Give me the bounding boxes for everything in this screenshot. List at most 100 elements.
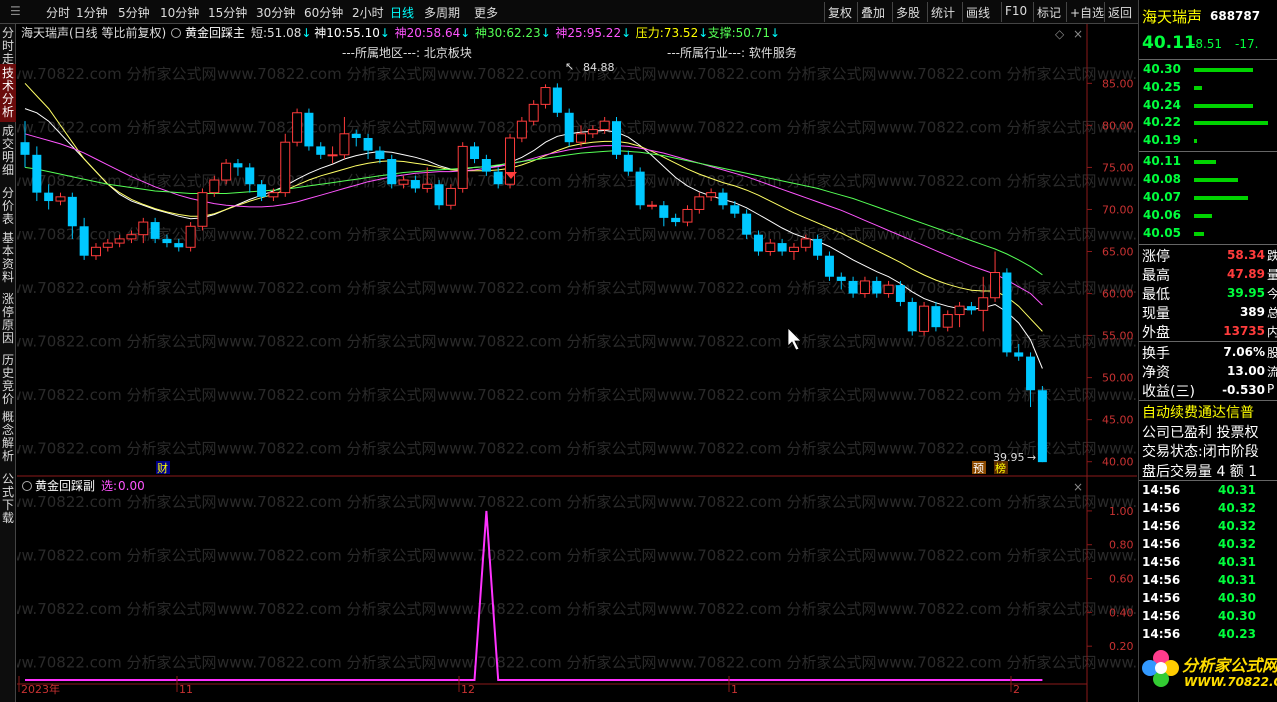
watermark-text: www.70822.com 分析家公式网 <box>217 547 437 565</box>
left-tab-2[interactable]: 成交明细 <box>0 122 16 184</box>
candle-body <box>848 280 858 294</box>
toolbar-btn-3[interactable]: 统计 <box>931 4 955 21</box>
candle-body <box>942 314 953 328</box>
left-tab-3[interactable]: 分价表 <box>0 184 16 229</box>
high-price-label: 84.88 <box>583 61 615 74</box>
left-tab-8[interactable]: 公式下载 <box>0 470 16 530</box>
candle-body <box>564 112 574 143</box>
candle-body <box>872 280 882 294</box>
candle-body <box>457 145 468 189</box>
tick-price: 40.23 <box>1218 627 1256 641</box>
menu-icon[interactable]: ☰ <box>10 4 21 18</box>
left-tab-6[interactable]: 历史竞价 <box>0 351 16 408</box>
param-6: 支撑:50.71↓ <box>708 25 780 40</box>
sub-y-tick-label: 0.60 <box>1109 573 1134 586</box>
period-6[interactable]: 60分钟 <box>304 4 343 21</box>
ask-price: 40.19 <box>1143 133 1181 148</box>
stat2-label: 净资 <box>1142 365 1170 381</box>
stat-label: 现量 <box>1142 306 1170 322</box>
close-indicator-icon[interactable]: × <box>1073 27 1083 41</box>
toolbar-btn-2[interactable]: 多股 <box>896 4 920 21</box>
candle-body <box>470 146 480 160</box>
period-10[interactable]: 更多 <box>474 4 498 21</box>
candle-body <box>32 154 42 193</box>
toolbar-btn-8[interactable]: 返回 <box>1108 4 1132 21</box>
param-label: 神10: <box>314 26 345 40</box>
watermark-text: www.70822.com 分析家公式网 <box>877 493 1097 511</box>
watermark-text: www.70822.com 分析家公式网 <box>657 547 877 565</box>
flower-logo-icon <box>1142 650 1179 687</box>
period-4[interactable]: 15分钟 <box>208 4 247 21</box>
stat2-value: 7.06% <box>1223 345 1265 359</box>
period-3[interactable]: 10分钟 <box>160 4 199 21</box>
toolbar-btn-7[interactable]: +自选 <box>1070 4 1104 21</box>
watermark-text: www.70822.com 分析家公式网 <box>657 386 877 404</box>
candle-body <box>895 285 905 302</box>
candle-body <box>552 87 562 113</box>
bid-price: 40.08 <box>1143 172 1181 186</box>
tick-time: 14:56 <box>1142 519 1181 533</box>
ma-line-3 <box>24 150 1043 276</box>
toolbar-btn-4[interactable]: 画线 <box>966 4 990 21</box>
candle-body <box>730 205 740 214</box>
quote-panel: 海天瑞声 688787 40.11 -8.51 -17. 40.30 40.25 4… <box>1138 0 1277 702</box>
candle-body <box>185 225 196 248</box>
candle-body <box>576 133 587 143</box>
sub-settings-icon[interactable] <box>22 481 32 491</box>
expand-icon[interactable]: ◇ <box>1055 27 1065 41</box>
left-tab-7[interactable]: 概念解析 <box>0 408 16 470</box>
kline-svg[interactable]: www.70822.com 分析家公式网 www.70822.com 分析家公式网… <box>0 24 1277 702</box>
x-label: 12 <box>461 683 475 696</box>
watermark-text: www.70822.com 分析家公式网 <box>437 226 657 244</box>
stat2-label: 收益(三) <box>1142 384 1195 400</box>
close-sub-icon[interactable]: × <box>1073 480 1083 494</box>
period-0[interactable]: 分时 <box>46 4 70 21</box>
ask-volume-bar <box>1194 68 1254 72</box>
candle-body <box>257 184 267 197</box>
sub-y-tick-label: 0.80 <box>1109 539 1134 552</box>
param-1: 神10:55.10↓ <box>314 26 390 40</box>
yu-marker[interactable]: 预 <box>973 462 984 475</box>
watermark-text: www.70822.com 分析家公式网 <box>17 654 217 672</box>
left-tab-0[interactable]: 分时走势 <box>0 24 16 79</box>
watermark-text: www.70822.com 分析家公式网 <box>657 600 877 618</box>
chart-area[interactable]: www.70822.com 分析家公式网 www.70822.com 分析家公式网… <box>0 24 1277 702</box>
left-tab-4[interactable]: 基本资料 <box>0 229 16 290</box>
period-8[interactable]: 日线 <box>390 4 414 21</box>
period-5[interactable]: 30分钟 <box>256 4 295 21</box>
region-label: ---所属地区---: 北京板块 <box>342 46 472 60</box>
period-9[interactable]: 多周期 <box>424 4 460 21</box>
candle-body <box>339 133 350 156</box>
watermark-text: www.70822.com 分析家公式网 <box>1097 226 1137 244</box>
left-tab-5[interactable]: 涨停原因 <box>0 290 16 351</box>
period-1[interactable]: 1分钟 <box>76 4 108 21</box>
toolbar-btn-5[interactable]: F10 <box>1005 4 1027 18</box>
stock-title: 海天瑞声(日线 等比前复权) <box>21 25 166 40</box>
toolbar-sep <box>1001 2 1002 22</box>
info-line: 公司已盈利 投票权 <box>1142 424 1259 441</box>
watermark-text: www.70822.com 分析家公式网 <box>437 440 657 458</box>
toolbar-btn-0[interactable]: 复权 <box>828 4 852 21</box>
candle-body <box>387 159 397 185</box>
ask-price: 40.25 <box>1143 79 1181 94</box>
candle-body <box>883 284 894 295</box>
param-3: 神30:62.23↓ <box>475 26 551 40</box>
period-2[interactable]: 5分钟 <box>118 4 150 21</box>
tick-price: 40.31 <box>1218 573 1256 587</box>
toolbar-btn-6[interactable]: 标记 <box>1037 4 1061 21</box>
candle-body <box>765 242 776 253</box>
left-tab-1[interactable]: 技术分析 <box>0 64 16 122</box>
period-7[interactable]: 2小时 <box>352 4 384 21</box>
x-label: 2023年 <box>21 682 60 696</box>
candle-body <box>777 243 787 252</box>
y-tick-label: 85.00 <box>1102 77 1134 90</box>
candle-body <box>90 246 101 257</box>
param-arrow: ↓ <box>301 26 311 40</box>
cai-marker[interactable]: 财 <box>157 461 168 475</box>
indicator-settings-icon[interactable] <box>171 28 181 38</box>
toolbar-btn-1[interactable]: 叠加 <box>861 4 885 21</box>
bang-marker[interactable]: 榜 <box>995 461 1006 475</box>
tick-price: 40.31 <box>1218 483 1256 497</box>
stat-label: 最低 <box>1142 287 1170 303</box>
param-4: 神25:95.22↓ <box>555 26 631 40</box>
